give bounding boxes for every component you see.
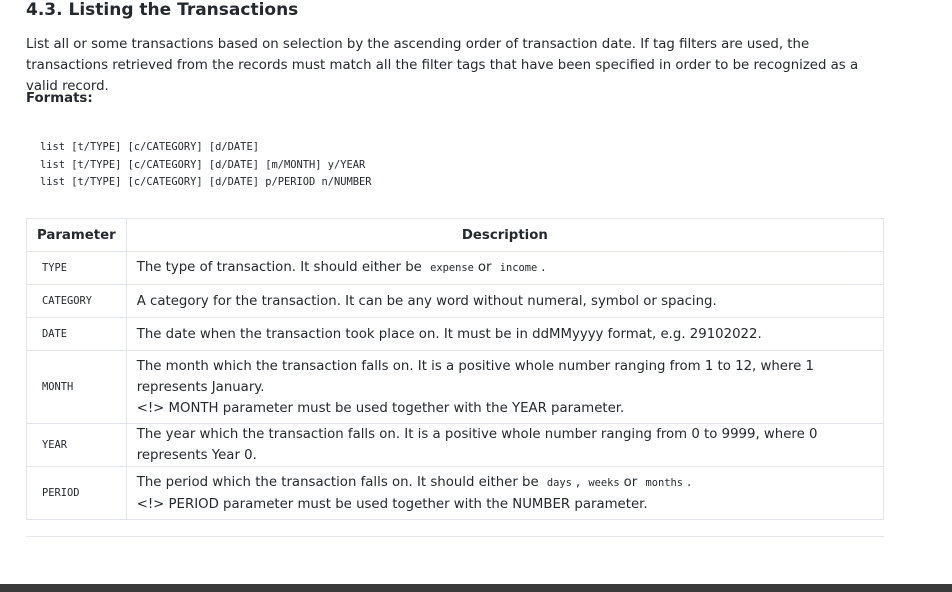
inline-code: income: [499, 262, 538, 274]
section-divider: [26, 536, 884, 537]
desc-text: ,: [575, 474, 581, 490]
param-description: The period which the transaction falls o…: [125, 466, 885, 520]
parameter-table: Parameter Description TYPE The type of t…: [26, 218, 885, 520]
inline-code: months: [645, 476, 684, 489]
table-row: TYPE The type of transaction. It should …: [26, 251, 885, 285]
table-row: DATE The date when the transaction took …: [26, 317, 885, 351]
table-row: MONTH The month which the transaction fa…: [26, 350, 885, 424]
header-description: Description: [125, 218, 885, 252]
format-line: list [t/TYPE] [c/CATEGORY] [d/DATE] p/PE…: [40, 176, 372, 188]
desc-text: .: [541, 260, 546, 275]
param-description: The type of transaction. It should eithe…: [125, 251, 885, 285]
desc-note: <!> PERIOD parameter must be used togeth…: [136, 496, 648, 512]
header-parameter: Parameter: [26, 218, 127, 252]
param-name: CATEGORY: [26, 284, 127, 318]
param-description: A category for the transaction. It can b…: [125, 284, 885, 318]
param-name: MONTH: [26, 350, 127, 424]
formats-code-block: list [t/TYPE] [c/CATEGORY] [d/DATE] list…: [26, 139, 886, 192]
desc-text: .: [687, 474, 692, 490]
section-title: 4.3. Listing the Transactions: [26, 0, 299, 20]
desc-text: The period which the transaction falls o…: [136, 474, 539, 490]
inline-code: expense: [430, 262, 474, 274]
desc-text: or: [477, 260, 492, 275]
section-description: List all or some transactions based on s…: [26, 37, 859, 94]
desc-text: The month which the transaction falls on…: [136, 358, 815, 395]
inline-code: weeks: [588, 476, 620, 489]
format-line: list [t/TYPE] [c/CATEGORY] [d/DATE] [m/M…: [40, 158, 366, 171]
param-description: The month which the transaction falls on…: [125, 350, 885, 424]
table-row: YEAR The year which the transaction fall…: [26, 423, 885, 467]
param-name: TYPE: [26, 251, 127, 285]
desc-text: or: [623, 474, 638, 490]
desc-note: <!> MONTH parameter must be used togethe…: [136, 400, 625, 416]
desc-text: The type of transaction. It should eithe…: [136, 260, 422, 275]
table-row: CATEGORY A category for the transaction.…: [26, 284, 885, 318]
format-line: list [t/TYPE] [c/CATEGORY] [d/DATE]: [40, 141, 259, 153]
param-name: PERIOD: [26, 466, 127, 520]
param-description: The date when the transaction took place…: [125, 317, 885, 351]
table-header-row: Parameter Description: [26, 218, 885, 252]
param-name: DATE: [26, 317, 127, 351]
param-description: The year which the transaction falls on.…: [125, 423, 885, 467]
formats-label: Formats:: [26, 91, 93, 106]
inline-code: days: [546, 476, 572, 489]
param-name: YEAR: [26, 423, 127, 467]
window-bottom-edge: [0, 584, 952, 592]
table-row: PERIOD The period which the transaction …: [26, 466, 885, 520]
